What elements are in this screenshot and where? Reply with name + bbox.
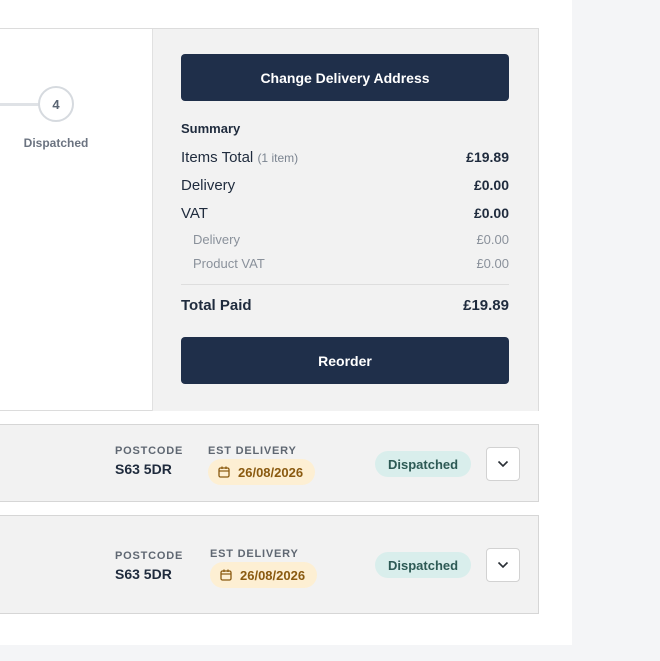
items-total-value: £19.89 <box>466 149 509 165</box>
product-vat-row: Product VAT £0.00 <box>193 256 509 271</box>
progress-step-4: 4 <box>38 86 74 122</box>
shipment-row: POSTCODE S63 5DR EST DELIVERY 26/08/2026… <box>0 424 539 502</box>
items-total-row: Items Total (1 item) £19.89 <box>181 149 509 166</box>
status-badge: Dispatched <box>375 552 472 578</box>
product-vat-value: £0.00 <box>476 256 509 271</box>
items-total-label: Items Total <box>181 149 254 166</box>
order-summary-panel: Change Delivery Address Summary Items To… <box>152 29 538 411</box>
total-paid-label: Total Paid <box>181 297 252 314</box>
vat-delivery-row: Delivery £0.00 <box>193 232 509 247</box>
progress-line <box>0 103 40 106</box>
order-card: 4 Dispatched Change Delivery Address Sum… <box>0 28 539 411</box>
calendar-icon <box>220 569 232 581</box>
postcode-label: POSTCODE <box>115 550 184 562</box>
items-count: (1 item) <box>257 151 299 165</box>
expand-shipment-button[interactable] <box>486 447 520 481</box>
vat-delivery-label: Delivery <box>193 232 240 247</box>
reorder-button[interactable]: Reorder <box>181 337 509 384</box>
step-number: 4 <box>52 96 60 112</box>
expand-shipment-button[interactable] <box>486 548 520 582</box>
postcode-label: POSTCODE <box>115 445 184 457</box>
product-vat-label: Product VAT <box>193 256 265 271</box>
step-label-dispatched: Dispatched <box>23 136 89 150</box>
vat-delivery-value: £0.00 <box>476 232 509 247</box>
chevron-down-icon <box>497 455 509 473</box>
delivery-value: £0.00 <box>473 177 509 193</box>
total-paid-row: Total Paid £19.89 <box>181 297 509 314</box>
vat-label: VAT <box>181 205 208 222</box>
summary-divider <box>181 284 509 285</box>
delivery-row: Delivery £0.00 <box>181 177 509 194</box>
calendar-icon <box>218 466 230 478</box>
change-delivery-address-button[interactable]: Change Delivery Address <box>181 54 509 101</box>
est-delivery-label: EST DELIVERY <box>208 445 297 457</box>
est-delivery-pill: 26/08/2026 <box>208 459 316 485</box>
status-badge: Dispatched <box>375 451 472 477</box>
est-delivery-date: 26/08/2026 <box>238 464 304 480</box>
shipment-row: POSTCODE S63 5DR EST DELIVERY 26/08/2026… <box>0 515 539 614</box>
est-delivery-pill: 26/08/2026 <box>210 562 318 588</box>
total-paid-value: £19.89 <box>463 297 509 314</box>
postcode-value: S63 5DR <box>115 461 172 477</box>
postcode-value: S63 5DR <box>115 566 172 582</box>
chevron-down-icon <box>497 556 509 574</box>
est-delivery-date: 26/08/2026 <box>240 567 306 583</box>
summary-title: Summary <box>181 121 241 136</box>
est-delivery-label: EST DELIVERY <box>210 548 299 560</box>
vat-row: VAT £0.00 <box>181 205 509 222</box>
delivery-label: Delivery <box>181 177 236 194</box>
vat-value: £0.00 <box>473 205 509 221</box>
items-total-label-group: Items Total (1 item) <box>181 149 298 166</box>
